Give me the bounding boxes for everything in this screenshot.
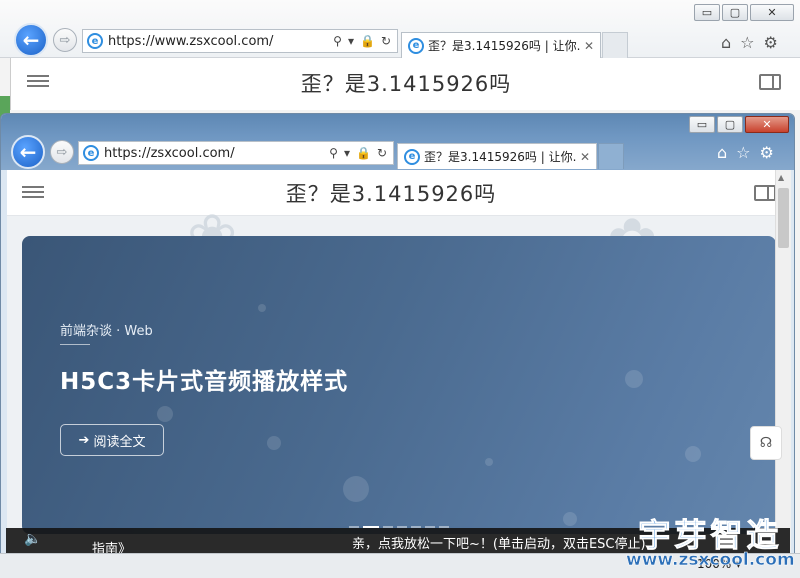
tab-title: 歪？是3.1415926吗 | 让你... xyxy=(424,150,576,164)
minimize-button[interactable]: ▭ xyxy=(689,116,715,133)
address-url[interactable]: https://zsxcool.com/ xyxy=(104,146,329,161)
dropdown-icon[interactable]: ▾ xyxy=(344,146,350,160)
tab-close-icon[interactable]: ✕ xyxy=(584,39,594,53)
bubble-decoration xyxy=(625,370,643,388)
forward-arrow-icon: ⇨ xyxy=(59,32,71,48)
sidebar-toggle-icon[interactable] xyxy=(754,185,776,201)
ie-logo-icon: e xyxy=(87,33,103,49)
refresh-icon[interactable]: ↻ xyxy=(377,146,387,160)
home-icon[interactable]: ⌂ xyxy=(721,33,731,52)
ie-logo-icon: e xyxy=(408,37,424,54)
bubble-decoration xyxy=(485,458,493,466)
toolbar-icons: ⌂ ☆ ⚙ xyxy=(721,33,778,52)
bubble-decoration xyxy=(267,436,281,450)
forward-nav-button[interactable]: ⇨ xyxy=(53,28,77,52)
ie-logo-icon: e xyxy=(404,148,420,165)
new-tab-button[interactable] xyxy=(602,32,628,58)
menu-icon[interactable] xyxy=(22,186,44,198)
back-arrow-icon: ← xyxy=(19,140,37,164)
minimize-button[interactable]: ▭ xyxy=(694,4,720,21)
address-url[interactable]: https://www.zsxcool.com/ xyxy=(108,34,333,49)
forward-arrow-icon: ⇨ xyxy=(56,144,68,160)
scroll-up-icon[interactable]: ▲ xyxy=(778,173,784,182)
browser-tab[interactable]: e 歪？是3.1415926吗 | 让你... ✕ xyxy=(401,32,601,58)
new-tab-button[interactable] xyxy=(598,143,624,169)
front-caption-buttons: ▭ ▢ ✕ xyxy=(689,116,789,133)
ie-logo-icon: e xyxy=(83,145,99,161)
search-icon[interactable]: ⚲ xyxy=(333,34,342,48)
close-button[interactable]: ✕ xyxy=(745,116,789,133)
address-bar[interactable]: e https://www.zsxcool.com/ ⚲ ▾ 🔒 ↻ xyxy=(82,29,398,53)
bubble-decoration xyxy=(258,304,266,312)
customer-service-button[interactable]: ☊ xyxy=(750,426,782,460)
site-header: 歪？是3.1415926吗 xyxy=(11,58,800,108)
favorites-icon[interactable]: ☆ xyxy=(740,33,754,52)
sidebar-toggle-icon[interactable] xyxy=(759,74,781,90)
bubble-decoration xyxy=(563,512,577,526)
foreground-browser-window: ▭ ▢ ✕ ← ⇨ e https://zsxcool.com/ ⚲ ▾ 🔒 ↻… xyxy=(0,113,795,578)
lock-icon[interactable]: 🔒 xyxy=(360,34,375,48)
back-nav-button[interactable]: ← xyxy=(11,135,45,169)
site-header: 歪？是3.1415926吗 xyxy=(7,170,776,216)
watermark-url: www.zsxcool.com xyxy=(626,550,795,571)
maximize-button[interactable]: ▢ xyxy=(717,116,743,133)
back-window-content: 歪？是3.1415926吗 xyxy=(10,58,800,110)
site-title[interactable]: 歪？是3.1415926吗 xyxy=(301,68,512,98)
back-caption-buttons: ▭ ▢ ✕ xyxy=(694,4,794,21)
bubble-decoration xyxy=(343,476,369,502)
settings-icon[interactable]: ⚙ xyxy=(760,143,774,162)
category-divider xyxy=(60,344,90,345)
article-title[interactable]: H5C3卡片式音频播放样式 xyxy=(60,362,348,396)
scrollbar-thumb[interactable] xyxy=(778,188,789,248)
back-window-titlebar: ▭ ▢ ✕ ← ⇨ e https://www.zsxcool.com/ ⚲ ▾… xyxy=(0,0,800,58)
tab-title: 歪？是3.1415926吗 | 让你... xyxy=(428,39,580,53)
bubble-decoration xyxy=(685,446,701,462)
site-title[interactable]: 歪？是3.1415926吗 xyxy=(286,178,497,208)
back-nav-button[interactable]: ← xyxy=(14,23,48,57)
home-icon[interactable]: ⌂ xyxy=(717,143,727,162)
forward-nav-button[interactable]: ⇨ xyxy=(50,140,74,164)
headset-icon: ☊ xyxy=(759,435,773,451)
toolbar-icons: ⌂ ☆ ⚙ xyxy=(717,143,774,162)
dropdown-icon[interactable]: ▾ xyxy=(348,34,354,48)
settings-icon[interactable]: ⚙ xyxy=(764,33,778,52)
hero-slider[interactable]: 前端杂谈 · Web H5C3卡片式音频播放样式 ➔ 阅读全文 xyxy=(22,236,776,534)
speaker-icon[interactable]: 🔈 xyxy=(24,531,41,547)
browser-tab[interactable]: e 歪？是3.1415926吗 | 让你... ✕ xyxy=(397,143,597,169)
arrow-right-icon: ➔ xyxy=(78,432,90,448)
menu-icon[interactable] xyxy=(27,75,49,87)
tab-close-icon[interactable]: ✕ xyxy=(580,150,590,164)
close-button[interactable]: ✕ xyxy=(750,4,794,21)
site-watermark-logo: 宇芽智造 www.zsxcool.com xyxy=(626,510,795,571)
favorites-icon[interactable]: ☆ xyxy=(736,143,750,162)
address-bar[interactable]: e https://zsxcool.com/ ⚲ ▾ 🔒 ↻ xyxy=(78,141,394,165)
search-icon[interactable]: ⚲ xyxy=(329,146,338,160)
front-window-chrome: ▭ ▢ ✕ ← ⇨ e https://zsxcool.com/ ⚲ ▾ 🔒 ↻… xyxy=(1,114,794,170)
read-more-button[interactable]: ➔ 阅读全文 xyxy=(60,424,164,456)
lock-icon[interactable]: 🔒 xyxy=(356,146,371,160)
article-category[interactable]: 前端杂谈 · Web xyxy=(60,320,153,339)
back-arrow-icon: ← xyxy=(22,28,40,52)
read-more-label: 阅读全文 xyxy=(93,434,146,450)
bubble-decoration xyxy=(157,406,173,422)
refresh-icon[interactable]: ↻ xyxy=(381,34,391,48)
maximize-button[interactable]: ▢ xyxy=(722,4,748,21)
